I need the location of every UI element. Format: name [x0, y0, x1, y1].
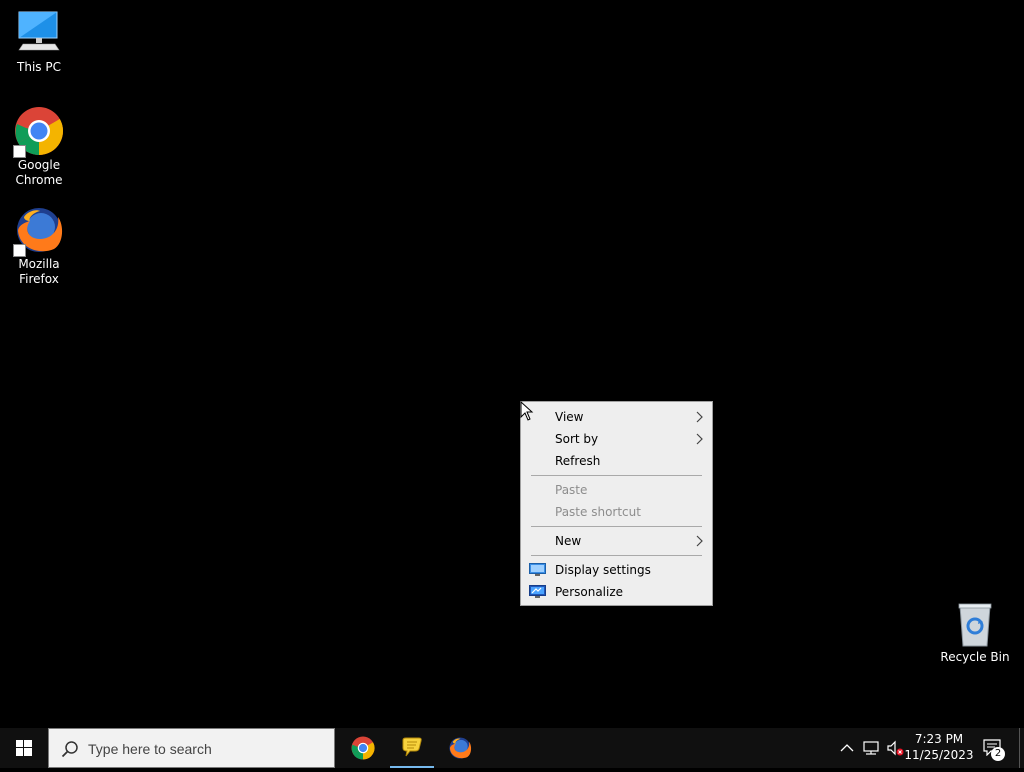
recycle-bin-icon — [949, 602, 1001, 650]
taskbar-app-chat[interactable] — [388, 728, 436, 768]
mouse-pointer-icon — [520, 401, 534, 421]
chrome-label-line1: Google — [17, 158, 61, 172]
menu-item-personalize-label: Personalize — [555, 585, 624, 599]
chrome-icon — [351, 736, 375, 760]
menu-item-sort-by[interactable]: Sort by — [521, 428, 712, 450]
menu-item-view[interactable]: View — [521, 406, 712, 428]
menu-item-paste-shortcut-label: Paste shortcut — [555, 505, 641, 519]
chat-icon — [402, 737, 422, 757]
menu-item-refresh-label: Refresh — [555, 454, 601, 468]
this-pc-label: This PC — [17, 60, 61, 74]
desktop-icon-recycle-bin[interactable]: Recycle Bin — [937, 602, 1013, 665]
desktop-icon-this-pc[interactable]: This PC — [1, 8, 77, 75]
firefox-icon — [13, 205, 65, 257]
this-pc-icon — [13, 8, 65, 60]
windows-logo-icon — [16, 740, 32, 756]
menu-separator — [531, 526, 702, 527]
desktop-icon-google-chrome[interactable]: Google Chrome — [1, 106, 77, 188]
shortcut-arrow-icon — [13, 244, 26, 257]
taskbar-app-chrome[interactable] — [339, 728, 387, 768]
personalize-icon — [529, 585, 546, 598]
firefox-label-line1: Mozilla — [18, 257, 60, 271]
action-center-button[interactable]: 2 — [980, 728, 1008, 768]
firefox-icon — [449, 737, 472, 759]
menu-separator — [531, 555, 702, 556]
menu-separator — [531, 475, 702, 476]
desktop-icon-mozilla-firefox[interactable]: Mozilla Firefox — [1, 205, 77, 287]
desktop-context-menu: View Sort by Refresh Paste Paste shortcu… — [520, 401, 713, 606]
recycle-bin-label: Recycle Bin — [940, 650, 1010, 664]
taskbar-search-box[interactable]: Type here to search — [48, 728, 335, 768]
show-desktop-button[interactable] — [1019, 728, 1024, 768]
chevron-right-icon — [696, 535, 703, 547]
start-button[interactable] — [0, 728, 48, 768]
menu-item-display-settings[interactable]: Display settings — [521, 559, 712, 581]
chevron-right-icon — [696, 411, 703, 423]
menu-item-paste-label: Paste — [555, 483, 588, 497]
chevron-right-icon — [696, 433, 703, 445]
network-icon[interactable] — [861, 738, 881, 758]
menu-item-display-settings-label: Display settings — [555, 563, 651, 577]
taskbar-clock[interactable]: 7:23 PM 11/25/2023 — [900, 728, 978, 768]
notification-count-badge: 2 — [991, 747, 1005, 761]
chevron-up-icon[interactable] — [837, 738, 857, 758]
firefox-label-line2: Firefox — [19, 272, 59, 286]
menu-item-paste: Paste — [521, 479, 712, 501]
menu-item-sort-by-label: Sort by — [555, 432, 599, 446]
search-icon — [61, 741, 78, 758]
menu-item-new-label: New — [555, 534, 582, 548]
clock-time: 7:23 PM — [914, 732, 964, 746]
menu-item-paste-shortcut: Paste shortcut — [521, 501, 712, 523]
display-icon — [529, 563, 546, 576]
chrome-label-line2: Chrome — [15, 173, 63, 187]
menu-item-new[interactable]: New — [521, 530, 712, 552]
taskbar-app-firefox[interactable] — [436, 728, 484, 768]
clock-date: 11/25/2023 — [904, 748, 974, 762]
taskbar: Type here to search 7:23 PM 11/25/2023 2 — [0, 728, 1024, 768]
menu-item-view-label: View — [555, 410, 584, 424]
chrome-icon — [13, 106, 65, 158]
menu-item-personalize[interactable]: Personalize — [521, 581, 712, 603]
desktop[interactable]: This PC Google Chrome Mozilla Firefox Re… — [0, 0, 1024, 728]
menu-item-refresh[interactable]: Refresh — [521, 450, 712, 472]
shortcut-arrow-icon — [13, 145, 26, 158]
search-placeholder: Type here to search — [88, 741, 212, 757]
